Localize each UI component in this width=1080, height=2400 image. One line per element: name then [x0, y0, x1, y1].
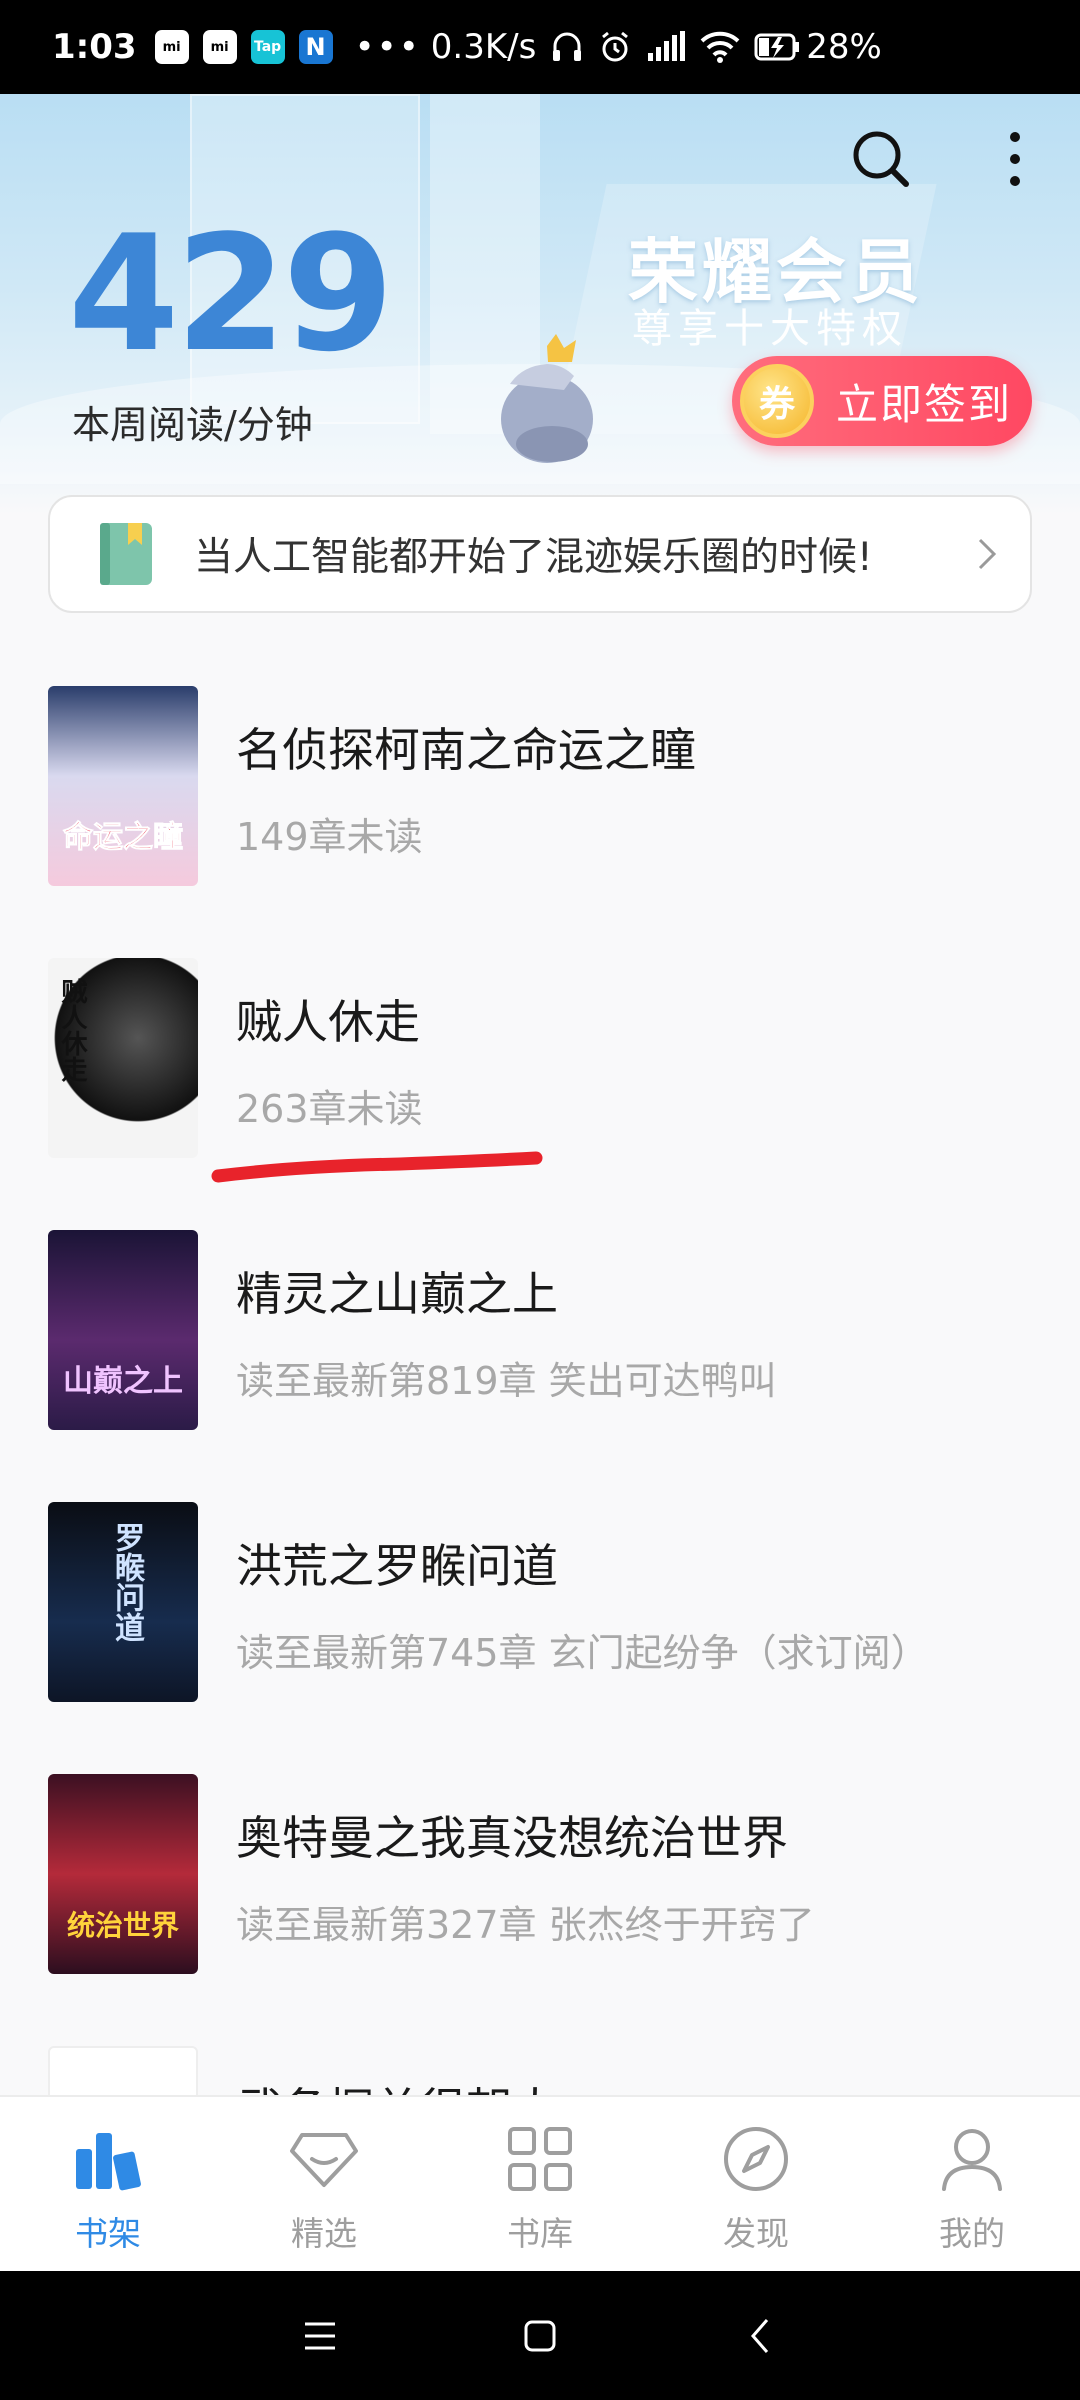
book-row[interactable]: 山巅之上 精灵之山巅之上 读至最新第819章 笑出可达鸭叫 [0, 1204, 1080, 1444]
search-button[interactable] [846, 124, 916, 194]
mi-app-icon: mi [154, 30, 189, 64]
signal-icon [646, 31, 686, 63]
wifi-icon [700, 31, 740, 63]
book-progress: 263章未读 [236, 1087, 423, 1131]
battery-icon: 28% [754, 27, 882, 67]
cover-title: 贼人休走 [57, 978, 87, 1082]
tap-app-icon: Tap [250, 30, 285, 64]
nav-featured[interactable]: 精选 [216, 2097, 432, 2271]
book-cover: 统治世界 [48, 1774, 198, 1974]
mascot-icon [501, 334, 593, 463]
book-progress: 读至最新第327章 张杰终于开窍了 [236, 1903, 815, 1947]
book-row[interactable]: 贼人休走 贼人休走 263章未读 [0, 932, 1080, 1172]
book-title: 精灵之山巅之上 [236, 1267, 558, 1321]
nav-label: 我的 [939, 2214, 1005, 2253]
cover-title: 罗睺问道 [109, 1522, 144, 1642]
book-title: 贼人休走 [236, 995, 420, 1049]
system-menu-button[interactable] [210, 2271, 430, 2400]
book-icon [100, 523, 152, 585]
book-title: 奥特曼之我真没想统治世界 [236, 1811, 788, 1865]
battery-percent: 28% [806, 27, 882, 67]
book-row[interactable]: 罗睺问道 洪荒之罗睺问道 读至最新第745章 玄门起纷争（求订阅） [0, 1476, 1080, 1716]
network-speed: 0.3K/s [430, 27, 537, 67]
recommendation-banner[interactable]: 当人工智能都开始了混迹娱乐圈的时候! [48, 495, 1032, 613]
home-icon [524, 2320, 556, 2351]
more-notifications-icon: ••• [354, 27, 421, 67]
signin-button[interactable]: 券 立即签到 [732, 356, 1032, 446]
nav-bookshelf[interactable]: 书架 [0, 2097, 216, 2271]
weekly-reading-label: 本周阅读/分钟 [72, 403, 313, 447]
book-cover: 贼人休走 [48, 958, 198, 1158]
book-row[interactable]: 命运之瞳 名侦探柯南之命运之瞳 149章未读 [0, 660, 1080, 900]
chevron-right-icon [978, 538, 997, 570]
book-cover: 罗睺问道 [48, 1502, 198, 1702]
book-title: 名侦探柯南之命运之瞳 [236, 723, 696, 777]
search-icon [853, 131, 909, 187]
cover-title: 山巅之上 [63, 1364, 183, 1399]
book-row[interactable]: 统治世界 奥特曼之我真没想统治世界 读至最新第327章 张杰终于开窍了 [0, 1748, 1080, 1988]
mi-app-icon-2: mi [202, 30, 237, 64]
reading-header: 429 本周阅读/分钟 荣耀会员 尊享十大特权 券 立即签到 [0, 94, 1080, 514]
system-back-button[interactable] [650, 2271, 870, 2400]
back-icon [751, 2318, 769, 2353]
book-title: 洪荒之罗睺问道 [236, 1539, 558, 1593]
nav-profile[interactable]: 我的 [864, 2097, 1080, 2271]
bottom-navigation: 书架 精选 书库 发现 我的 [0, 2095, 1080, 2271]
more-menu-button[interactable] [980, 124, 1050, 194]
cover-title: 统治世界 [66, 1909, 179, 1942]
book-cover: 命运之瞳 [48, 686, 198, 886]
vip-subtitle: 尊享十大特权 [632, 306, 908, 352]
nav-label: 发现 [723, 2214, 789, 2253]
book-progress: 149章未读 [236, 815, 423, 859]
nav-label: 书架 [75, 2214, 141, 2253]
system-home-button[interactable] [430, 2271, 650, 2400]
n-app-icon: N [298, 30, 333, 64]
cover-title: 命运之瞳 [63, 820, 184, 856]
bookshelf-icon [76, 2133, 141, 2191]
nav-label: 精选 [291, 2214, 357, 2253]
user-icon [942, 2129, 1002, 2191]
book-cover [48, 2046, 198, 2095]
system-navigation-bar [0, 2271, 1080, 2400]
headphones-icon [550, 30, 584, 64]
bookshelf-list[interactable]: 命运之瞳 名侦探柯南之命运之瞳 149章未读 贼人休走 贼人休走 263章未读 … [0, 660, 1080, 2095]
diamond-icon [290, 2133, 358, 2187]
book-title: 武备探单很朝大 [236, 2074, 558, 2095]
book-row[interactable]: 武备探单很朝大 [0, 2020, 1080, 2095]
more-vertical-icon [1010, 132, 1020, 186]
nav-discover[interactable]: 发现 [648, 2097, 864, 2271]
coupon-icon: 券 [740, 364, 814, 438]
alarm-icon [598, 30, 632, 64]
weekly-reading-minutes[interactable]: 429 [68, 214, 394, 374]
book-progress: 读至最新第745章 玄门起纷争（求订阅） [236, 1631, 929, 1675]
status-time: 1:03 [52, 27, 137, 67]
signin-label: 立即签到 [836, 379, 1013, 429]
book-progress: 读至最新第819章 笑出可达鸭叫 [236, 1359, 777, 1403]
compass-icon [724, 2127, 788, 2191]
banner-text: 当人工智能都开始了混迹娱乐圈的时候! [194, 535, 873, 580]
nav-label: 书库 [507, 2214, 573, 2253]
status-bar: 1:03 mi mi Tap N ••• 0.3K/s 28% [0, 0, 1080, 94]
nav-library[interactable]: 书库 [432, 2097, 648, 2271]
menu-icon [305, 2322, 335, 2349]
grid-icon [508, 2127, 572, 2191]
book-cover: 山巅之上 [48, 1230, 198, 1430]
